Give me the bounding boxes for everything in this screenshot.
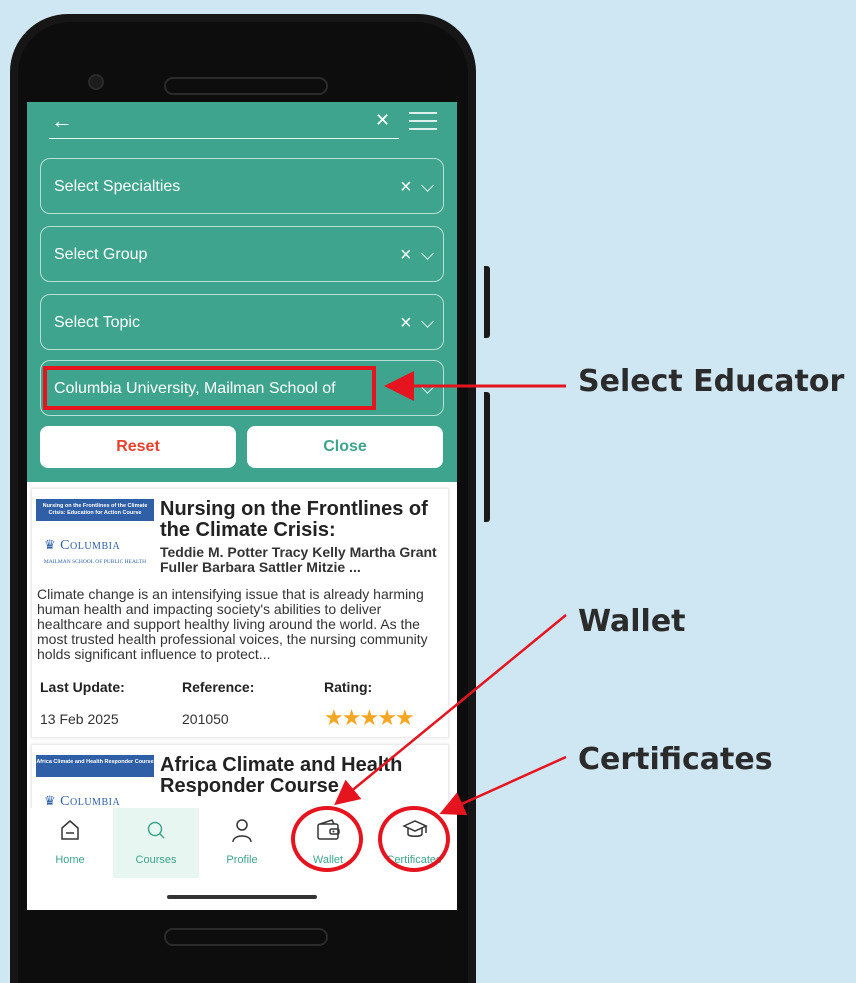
- annotation-select-educator: Select Educator: [578, 364, 845, 399]
- annotation-arrows: [334, 371, 567, 816]
- annotation-wallet: Wallet: [578, 604, 686, 639]
- annotation-certificates: Certificates: [578, 742, 773, 777]
